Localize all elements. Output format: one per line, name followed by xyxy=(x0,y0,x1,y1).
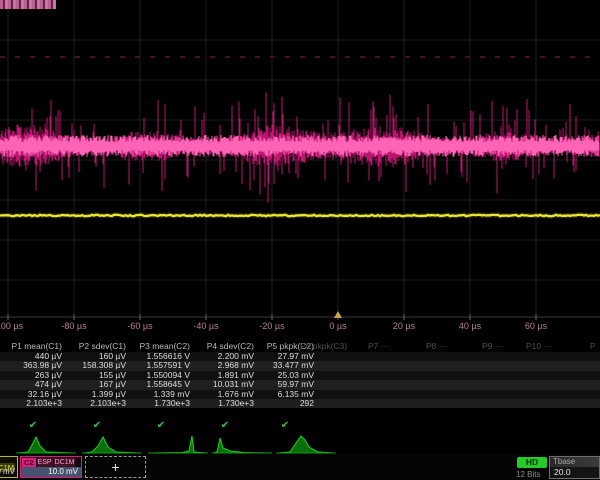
measurement-table: P1 mean(C1)440 µV363.98 µV263 µV474 µV32… xyxy=(0,341,600,411)
param-P1-status-check: ✔ xyxy=(4,420,62,431)
channel-c1-descriptor[interactable]: C1M 0 mV xyxy=(0,456,18,478)
c2-vdiv-value: 10.0 mV xyxy=(21,467,81,477)
plus-icon: + xyxy=(111,459,119,475)
time-axis-label: -20 µs xyxy=(259,321,285,331)
histicon-P4 xyxy=(212,434,272,455)
timebase-label: Tbase xyxy=(550,457,599,467)
time-axis-label: -60 µs xyxy=(127,321,153,331)
param-header-inactive-10[interactable]: P10 ··· xyxy=(526,341,552,352)
param-P1-num: 2.103e+3 xyxy=(4,399,62,408)
param-P2-status-check: ✔ xyxy=(68,420,126,431)
timebase-value: 20.0 xyxy=(550,467,599,478)
param-P4-num: 1.730e+3 xyxy=(196,399,254,408)
c2-coupling-badge: DC1M xyxy=(54,458,76,467)
histicon-row xyxy=(0,434,600,455)
histicon-shape xyxy=(214,438,270,453)
time-axis-label: -40 µs xyxy=(193,321,219,331)
time-axis-label: -100 µs xyxy=(0,321,24,331)
param-P5-status-check: ✔ xyxy=(256,420,314,431)
param-header-inactive-11[interactable]: P xyxy=(590,341,596,352)
waveform-grid: -100 µs -80 µs -60 µs -40 µs -20 µs 0 µs 20 µs… xyxy=(0,0,600,334)
param-P5-num: 292 xyxy=(256,399,314,408)
c1-vdiv-value: 0 mV xyxy=(0,467,17,477)
add-trace-button[interactable]: + xyxy=(85,456,146,478)
histicon-shape xyxy=(84,437,140,453)
param-P2-num: 2.103e+3 xyxy=(68,399,126,408)
histicon-shape xyxy=(278,436,334,453)
param-header-inactive-6[interactable]: P6 pkpk(C3) xyxy=(300,341,347,352)
histicon-shape xyxy=(150,436,206,453)
param-header-inactive-7[interactable]: P7 ··· xyxy=(368,341,389,352)
param-column-P2: P2 sdev(C1)160 µV158.308 µV155 µV167 µV1… xyxy=(68,341,126,408)
param-column-P3: P3 mean(C2)1.556616 V1.557591 V1.550094 … xyxy=(132,341,190,408)
adc-bits-label: 12 Bits xyxy=(516,470,540,479)
cropped-top-left-badge xyxy=(0,0,56,9)
time-axis-label: -80 µs xyxy=(61,321,87,331)
time-axis-label: 60 µs xyxy=(525,321,548,331)
timebase-descriptor[interactable]: Tbase 20.0 xyxy=(549,456,600,479)
histicon-P3 xyxy=(148,434,208,455)
bottom-descriptor-bar: C1M 0 mV C2 ESP DC1M 10.0 mV + HD 12 Bit… xyxy=(0,455,600,480)
histicon-P2 xyxy=(82,434,142,455)
time-axis-label: 40 µs xyxy=(459,321,482,331)
time-axis-label: 20 µs xyxy=(393,321,416,331)
param-column-P4: P4 sdev(C2)2.200 mV2.968 mV1.891 mV10.03… xyxy=(196,341,254,408)
histicon-shape xyxy=(18,437,74,453)
c2-esp-badge: ESP xyxy=(37,458,53,467)
oscilloscope-screen: -100 µs -80 µs -60 µs -40 µs -20 µs 0 µs 20 µs… xyxy=(0,0,600,480)
measurement-status-row: ✔✔✔✔✔ xyxy=(0,408,600,434)
histicon-P5 xyxy=(276,434,336,455)
c1-flat-trace xyxy=(0,215,600,216)
param-P3-status-check: ✔ xyxy=(132,420,190,431)
c2-label: C2 xyxy=(22,458,36,467)
param-P4-status-check: ✔ xyxy=(196,420,254,431)
param-P3-num: 1.730e+3 xyxy=(132,399,190,408)
histicon-P1 xyxy=(16,434,76,455)
param-header-inactive-8[interactable]: P8 ··· xyxy=(426,341,447,352)
trigger-time-marker[interactable] xyxy=(334,311,342,318)
param-header-inactive-9[interactable]: P9 ··· xyxy=(482,341,503,352)
param-column-P1: P1 mean(C1)440 µV363.98 µV263 µV474 µV32… xyxy=(4,341,62,408)
time-axis-label: 0 µs xyxy=(329,321,347,331)
hd-mode-badge[interactable]: HD xyxy=(517,457,547,468)
channel-c2-descriptor[interactable]: C2 ESP DC1M 10.0 mV xyxy=(20,456,82,478)
